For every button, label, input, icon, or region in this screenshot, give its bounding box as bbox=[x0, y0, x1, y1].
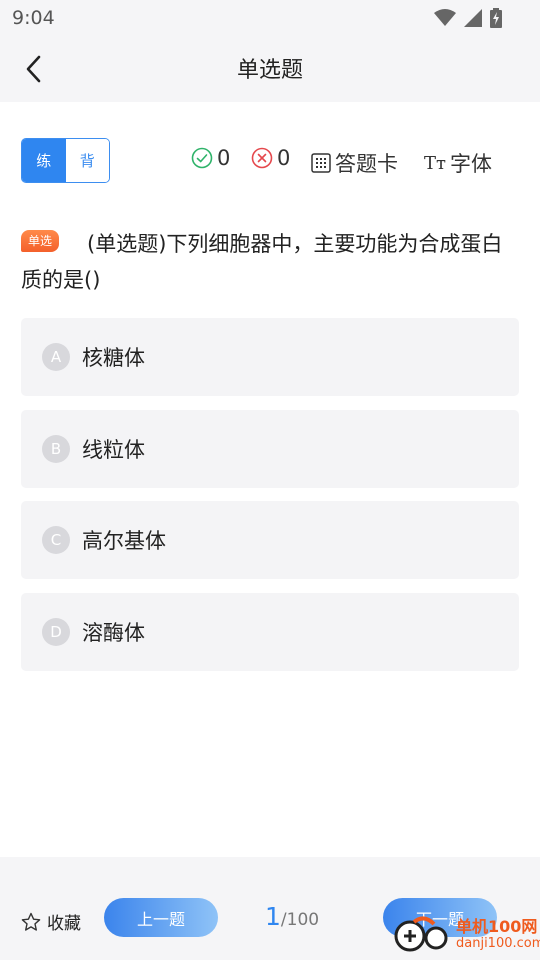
watermark-text: 单机100网 danji100.com bbox=[456, 916, 540, 951]
total-pages: /100 bbox=[280, 910, 320, 930]
watermark-logo-icon bbox=[394, 916, 448, 952]
answer-card-label: 答题卡 bbox=[335, 152, 398, 176]
font-size-icon: Tт bbox=[424, 152, 446, 174]
option-d[interactable]: D 溶酶体 bbox=[21, 593, 519, 671]
option-a[interactable]: A 核糖体 bbox=[21, 318, 519, 396]
option-letter: C bbox=[42, 526, 70, 554]
star-icon bbox=[21, 912, 41, 931]
option-c[interactable]: C 高尔基体 bbox=[21, 501, 519, 579]
prev-question-button[interactable]: 上一题 bbox=[104, 898, 218, 937]
watermark: 单机100网 danji100.com bbox=[394, 914, 540, 954]
option-text: 高尔基体 bbox=[82, 529, 166, 553]
question-type-badge: 单选 bbox=[21, 230, 60, 252]
favorite-label: 收藏 bbox=[47, 914, 81, 934]
font-button[interactable]: Tт 字体 bbox=[424, 148, 492, 178]
option-text: 线粒体 bbox=[82, 438, 145, 462]
mode-toggle: 练 背 bbox=[21, 138, 110, 183]
option-text: 核糖体 bbox=[82, 346, 145, 370]
recite-mode-tab[interactable]: 背 bbox=[65, 139, 109, 182]
status-icons bbox=[434, 8, 502, 28]
cross-circle-icon bbox=[251, 147, 273, 169]
page-title: 单选题 bbox=[236, 58, 303, 83]
option-letter: A bbox=[42, 343, 70, 371]
option-b[interactable]: B 线粒体 bbox=[21, 410, 519, 488]
wrong-count: 0 bbox=[251, 146, 290, 170]
option-letter: D bbox=[42, 618, 70, 646]
correct-count: 0 bbox=[191, 146, 230, 170]
practice-mode-tab[interactable]: 练 bbox=[22, 139, 66, 182]
question-text: (单选题)下列细胞器中，主要功能为合成蛋白质的是() bbox=[21, 232, 503, 292]
answer-card-button[interactable]: 答题卡 bbox=[311, 148, 398, 178]
status-time: 9:04 bbox=[12, 7, 55, 29]
option-text: 溶酶体 bbox=[82, 621, 145, 645]
favorite-button[interactable]: 收藏 bbox=[21, 909, 81, 934]
question: 单选 (单选题)下列细胞器中，主要功能为合成蛋白质的是() bbox=[21, 226, 521, 298]
correct-count-value: 0 bbox=[217, 146, 231, 170]
font-label: 字体 bbox=[449, 152, 492, 176]
option-letter: B bbox=[42, 435, 70, 463]
watermark-line1: 单机100网 bbox=[456, 916, 538, 936]
watermark-line2: danji100.com bbox=[456, 935, 540, 951]
signal-icon bbox=[464, 9, 482, 27]
page-counter: 1/100 bbox=[265, 902, 319, 931]
answer-card-icon bbox=[311, 153, 331, 173]
wrong-count-value: 0 bbox=[277, 146, 291, 170]
battery-icon bbox=[490, 8, 502, 28]
wifi-icon bbox=[434, 9, 456, 26]
status-bar: 9:04 bbox=[0, 0, 540, 36]
nav-bar: 单选题 bbox=[0, 36, 540, 102]
current-page: 1 bbox=[265, 902, 281, 931]
check-circle-icon bbox=[191, 147, 213, 169]
